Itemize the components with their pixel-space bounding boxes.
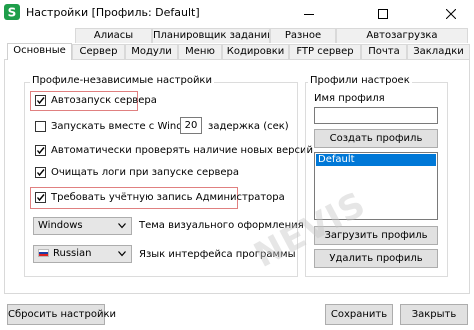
tab-aliases[interactable]: Алиасы (75, 28, 152, 43)
app-icon: S (4, 4, 20, 20)
tab-encodings[interactable]: Кодировки (222, 44, 289, 59)
tab-mail[interactable]: Почта (361, 44, 407, 59)
profile-name-label: Имя профиля (314, 93, 385, 104)
chevron-down-icon (118, 251, 126, 257)
close-icon[interactable] (428, 0, 474, 28)
list-item[interactable]: Default (316, 154, 436, 166)
clear-logs-checkbox[interactable] (35, 167, 46, 178)
profile-name-input[interactable] (314, 107, 438, 124)
check-updates-label: Автоматически проверять наличие новых ве… (51, 145, 313, 156)
check-updates-checkbox[interactable] (35, 145, 46, 156)
tab-server[interactable]: Сервер (72, 44, 125, 59)
clear-logs-label: Очищать логи при запуске сервера (51, 167, 240, 178)
tab-modules[interactable]: Модули (125, 44, 178, 59)
save-button[interactable]: Сохранить (325, 304, 393, 325)
require-admin-label: Требовать учётную запись Администратора (51, 192, 285, 203)
tab-bookmarks[interactable]: Закладки (407, 44, 470, 59)
require-admin-checkbox[interactable] (35, 192, 46, 203)
maximize-icon[interactable] (360, 0, 406, 28)
theme-select[interactable]: Windows (33, 217, 132, 235)
tab-menu[interactable]: Меню (178, 44, 222, 59)
close-button[interactable]: Закрыть (400, 304, 468, 325)
window-title: Настройки [Профиль: Default] (26, 6, 200, 19)
tab-general[interactable]: Основные (7, 43, 72, 60)
minimize-icon[interactable] (286, 0, 332, 28)
profiles-title: Профили настроек (308, 75, 412, 87)
delete-profile-button[interactable]: Удалить профиль (314, 249, 438, 268)
autostart-label: Автозапуск сервера (51, 95, 157, 106)
chevron-down-icon (118, 223, 126, 229)
tab-scheduler[interactable]: Планировщик заданий (152, 28, 270, 43)
create-profile-button[interactable]: Создать профиль (314, 129, 438, 148)
start-with-windows-checkbox[interactable] (35, 121, 46, 132)
startup-delay-input[interactable]: 20 (180, 117, 202, 134)
autostart-checkbox[interactable] (35, 95, 46, 106)
language-select[interactable]: Russian (33, 245, 132, 263)
svg-text:S: S (8, 6, 17, 20)
tab-autoload[interactable]: Автозагрузка (336, 28, 468, 43)
reset-settings-button[interactable]: Сбросить настройки (7, 304, 116, 325)
tab-ftp-server[interactable]: FTP сервер (289, 44, 361, 59)
independent-settings-title: Профиле-независимые настройки (30, 75, 214, 87)
russia-flag-icon (38, 249, 49, 257)
theme-select-value: Windows (38, 220, 83, 231)
startup-delay-label: задержка (сек) (208, 121, 289, 132)
tab-misc[interactable]: Разное (270, 28, 336, 43)
language-select-value: Russian (53, 248, 92, 259)
